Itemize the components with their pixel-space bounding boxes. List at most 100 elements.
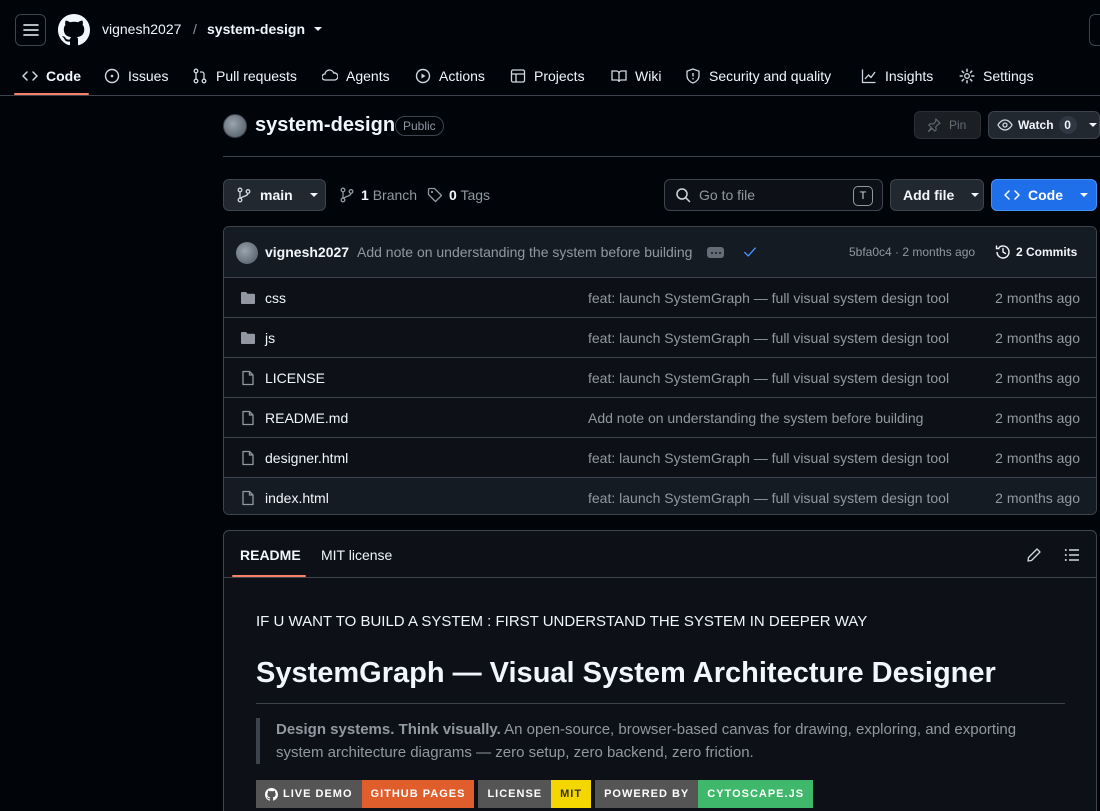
- tab-settings[interactable]: Settings: [959, 56, 1034, 96]
- file-row[interactable]: js feat: launch SystemGraph — full visua…: [224, 318, 1096, 358]
- file-row[interactable]: designer.html feat: launch SystemGraph —…: [224, 438, 1096, 478]
- caret-down-icon[interactable]: [313, 24, 323, 34]
- visibility-badge: Public: [395, 116, 444, 136]
- file-name[interactable]: LICENSE: [265, 370, 325, 386]
- file-row[interactable]: index.html feat: launch SystemGraph — fu…: [224, 478, 1096, 514]
- file-row[interactable]: LICENSE feat: launch SystemGraph — full …: [224, 358, 1096, 398]
- history-icon: [995, 245, 1010, 259]
- list-icon[interactable]: [1064, 547, 1080, 563]
- file-date: 2 months ago: [995, 410, 1080, 426]
- badge-license[interactable]: LICENSE MIT: [478, 780, 592, 808]
- badge-value: CYTOSCAPE.JS: [698, 780, 814, 808]
- tab-license[interactable]: MIT license: [321, 547, 392, 563]
- readme-tabs: README MIT license: [224, 531, 1096, 578]
- file-date: 2 months ago: [995, 490, 1080, 506]
- readme-title: SystemGraph — Visual System Architecture…: [256, 657, 996, 689]
- breadcrumb-repo[interactable]: system-design: [207, 21, 305, 37]
- add-file-button[interactable]: Add file: [890, 179, 984, 211]
- menu-button[interactable]: [15, 14, 46, 46]
- code-icon: [1004, 190, 1020, 200]
- issue-icon: [104, 68, 120, 84]
- caret-down-icon: [971, 193, 980, 197]
- commit-author-avatar[interactable]: [236, 242, 258, 264]
- file-date: 2 months ago: [995, 290, 1080, 306]
- branches-link[interactable]: 1 Branch: [339, 187, 417, 203]
- commit-message[interactable]: Add note on understanding the system bef…: [357, 244, 692, 260]
- file-icon: [242, 490, 254, 506]
- pencil-icon[interactable]: [1026, 547, 1042, 563]
- caret-down-icon: [309, 193, 318, 197]
- agents-icon: [322, 69, 338, 81]
- badge-powered-by[interactable]: POWERED BY CYTOSCAPE.JS: [595, 780, 814, 808]
- file-name[interactable]: js: [265, 330, 275, 346]
- commits-link[interactable]: 2 Commits: [995, 244, 1077, 260]
- tab-actions[interactable]: Actions: [415, 56, 485, 96]
- readme-note: IF U WANT TO BUILD A SYSTEM : FIRST UNDE…: [256, 613, 868, 630]
- caret-down-icon: [1080, 193, 1088, 197]
- repo-nav: Code Issues Pull requests Agents Actions…: [0, 56, 1100, 96]
- commit-author[interactable]: vignesh2027: [265, 244, 349, 260]
- badge-live-demo[interactable]: LIVE DEMO GITHUB PAGES: [256, 780, 475, 808]
- branch-select-button[interactable]: main: [223, 179, 326, 211]
- pull-request-icon: [193, 68, 207, 84]
- tab-issues[interactable]: Issues: [104, 56, 168, 96]
- play-icon: [415, 68, 431, 84]
- header-action-button[interactable]: [1089, 14, 1100, 46]
- file-name[interactable]: index.html: [265, 490, 329, 506]
- title-divider: [223, 156, 1100, 157]
- tab-agents[interactable]: Agents: [322, 56, 390, 96]
- tab-code[interactable]: Code: [22, 56, 81, 96]
- tags-link[interactable]: 0 Tags: [427, 187, 490, 203]
- keyboard-shortcut-hint: T: [853, 186, 873, 206]
- ellipsis-icon[interactable]: [707, 247, 724, 258]
- file-name[interactable]: css: [265, 290, 286, 306]
- check-icon: [744, 247, 756, 257]
- file-icon: [242, 370, 254, 386]
- pin-button[interactable]: Pin: [914, 111, 981, 139]
- caret-down-icon: [1088, 123, 1097, 127]
- badge-row: LIVE DEMO GITHUB PAGES LICENSE MIT POWER…: [256, 780, 814, 808]
- tab-wiki[interactable]: Wiki: [611, 56, 661, 96]
- file-date: 2 months ago: [995, 450, 1080, 466]
- folder-icon: [241, 292, 255, 304]
- file-commit-message[interactable]: feat: launch SystemGraph — full visual s…: [588, 290, 949, 306]
- folder-icon: [241, 332, 255, 344]
- commit-hash-time[interactable]: 5bfa0c4 · 2 months ago: [849, 245, 975, 259]
- tab-projects[interactable]: Projects: [510, 56, 585, 96]
- repo-owner-avatar[interactable]: [223, 114, 247, 138]
- tab-insights[interactable]: Insights: [861, 56, 933, 96]
- tab-readme[interactable]: README: [240, 547, 301, 563]
- global-header: vignesh2027 / system-design Code Issues …: [0, 0, 1100, 96]
- repo-title[interactable]: system-design: [255, 114, 395, 137]
- file-name[interactable]: README.md: [265, 410, 348, 426]
- file-row[interactable]: README.md Add note on understanding the …: [224, 398, 1096, 438]
- code-button[interactable]: Code: [991, 179, 1097, 211]
- github-logo-icon[interactable]: [58, 14, 90, 46]
- file-commit-message[interactable]: feat: launch SystemGraph — full visual s…: [588, 490, 949, 506]
- file-name[interactable]: designer.html: [265, 450, 348, 466]
- branch-icon: [340, 187, 354, 203]
- watch-button[interactable]: Watch 0: [988, 111, 1100, 139]
- file-commit-message[interactable]: feat: launch SystemGraph — full visual s…: [588, 370, 949, 386]
- tab-security[interactable]: Security and quality: [685, 56, 831, 96]
- readme-panel: README MIT license IF U WANT TO BUILD A …: [223, 530, 1097, 811]
- search-icon: [676, 188, 691, 203]
- file-commit-message[interactable]: feat: launch SystemGraph — full visual s…: [588, 450, 949, 466]
- heading-rule: [256, 703, 1065, 704]
- badge-value: MIT: [551, 780, 592, 808]
- tab-pull-requests[interactable]: Pull requests: [192, 56, 297, 96]
- book-icon: [611, 70, 627, 83]
- active-tab-indicator: [14, 93, 89, 95]
- latest-commit-bar: vignesh2027 Add note on understanding th…: [224, 227, 1096, 278]
- file-commit-message[interactable]: feat: launch SystemGraph — full visual s…: [588, 330, 949, 346]
- go-to-file-input[interactable]: Go to file T: [664, 179, 883, 211]
- file-date: 2 months ago: [995, 330, 1080, 346]
- shield-icon: [686, 68, 700, 84]
- active-tab-indicator: [232, 575, 306, 577]
- github-logo-icon: [265, 787, 278, 801]
- table-icon: [510, 69, 526, 83]
- graph-icon: [861, 69, 876, 84]
- file-row[interactable]: css feat: launch SystemGraph — full visu…: [224, 278, 1096, 318]
- file-commit-message[interactable]: Add note on understanding the system bef…: [588, 410, 923, 426]
- breadcrumb-owner[interactable]: vignesh2027: [102, 21, 181, 37]
